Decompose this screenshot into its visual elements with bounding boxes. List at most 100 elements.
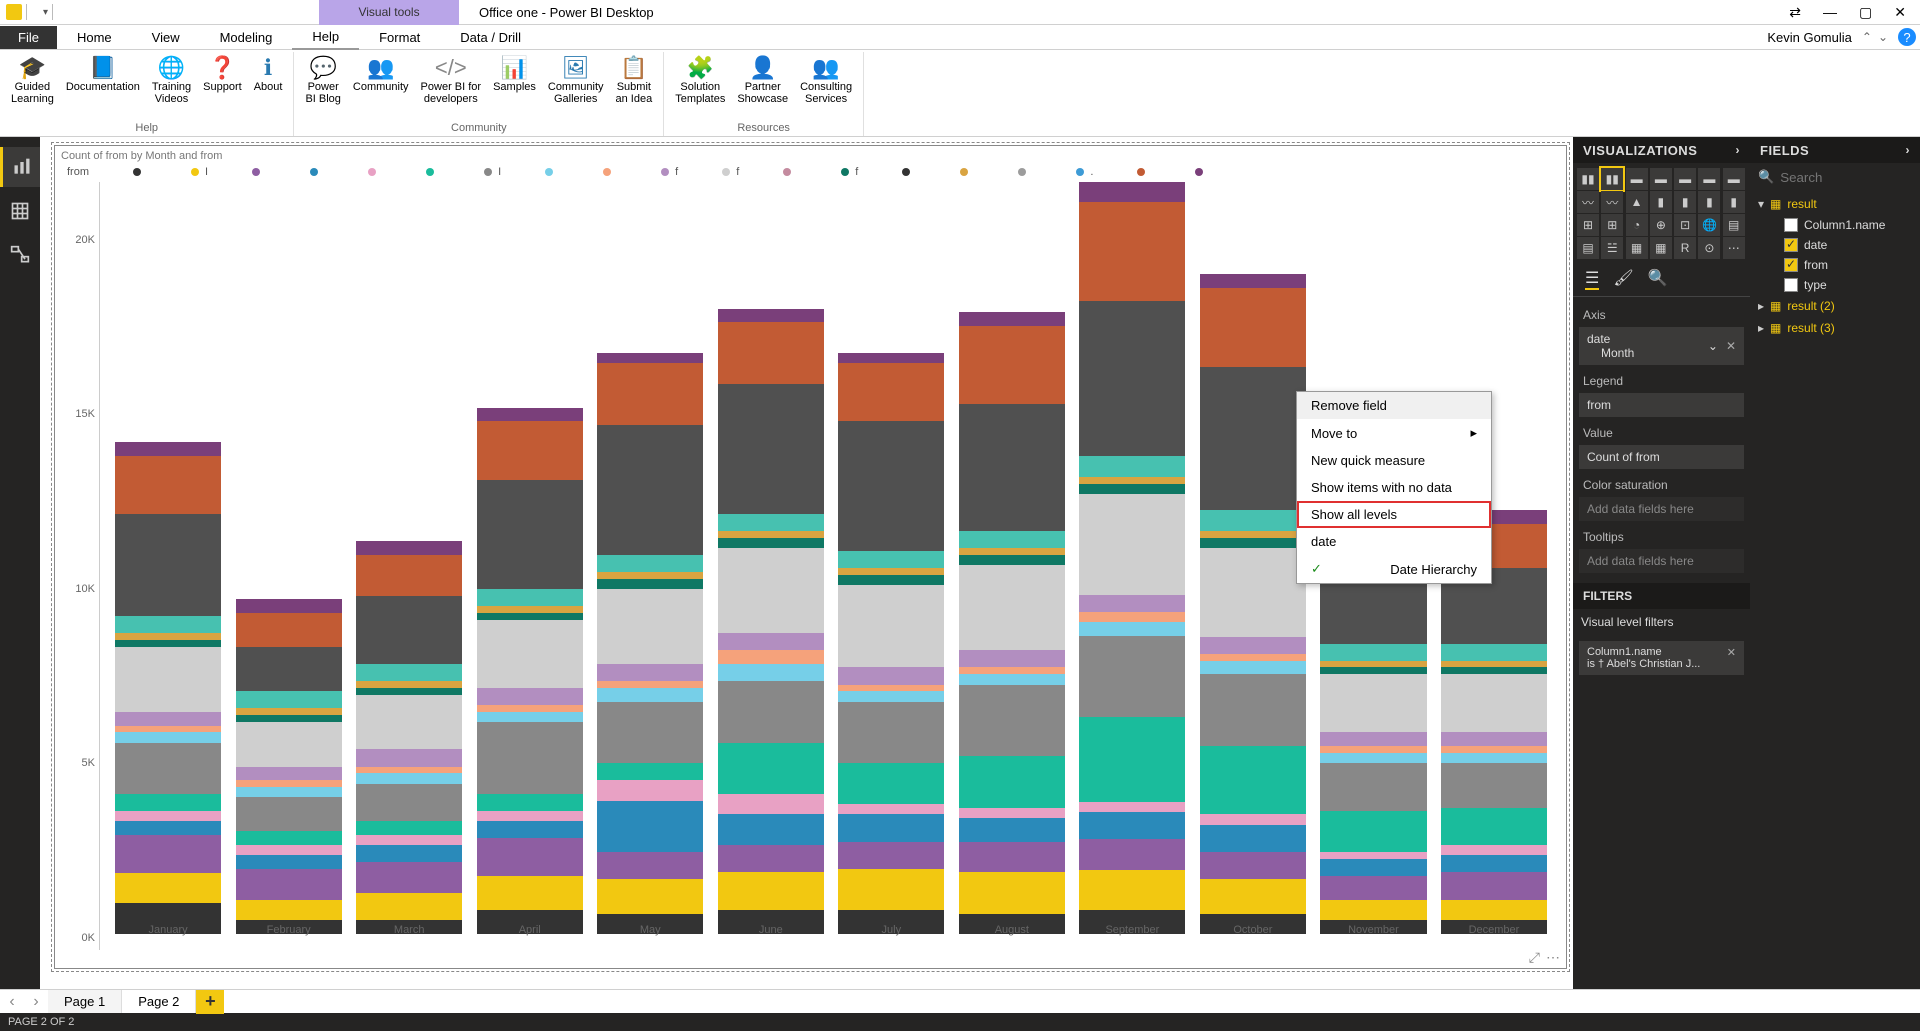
legend-item[interactable] (1018, 166, 1032, 178)
bar-segment[interactable] (477, 688, 583, 705)
page-tab[interactable]: Page 2 (122, 990, 196, 1013)
bar-segment[interactable] (115, 633, 221, 640)
fields-table[interactable]: ▸▦result (2) (1754, 295, 1916, 317)
chevron-down-icon[interactable]: ⌄ (1878, 30, 1888, 44)
bar-segment[interactable] (1079, 595, 1185, 612)
ribbon-item[interactable]: 💬Power BI Blog (300, 52, 345, 107)
bar-segment[interactable] (597, 363, 703, 425)
add-page-button[interactable]: + (196, 990, 224, 1014)
bar-segment[interactable] (236, 869, 342, 900)
bar-segment[interactable] (356, 555, 462, 596)
bar-segment[interactable] (115, 811, 221, 821)
qat-dropdown-icon[interactable]: ▾ (43, 7, 48, 18)
bar-segment[interactable] (115, 835, 221, 873)
bar-segment[interactable] (959, 685, 1065, 757)
bar-segment[interactable] (1200, 367, 1306, 511)
fields-field[interactable]: date (1754, 235, 1916, 255)
bar-segment[interactable] (597, 852, 703, 879)
bar-segment[interactable] (236, 767, 342, 781)
ribbon-item[interactable]: </>Power BI for developers (416, 52, 487, 107)
report-view-icon[interactable] (0, 147, 40, 187)
bar-segment[interactable] (1320, 644, 1426, 661)
bar-segment[interactable] (838, 702, 944, 764)
bar-segment[interactable] (356, 688, 462, 695)
bar-segment[interactable] (1200, 654, 1306, 661)
viz-type-icon[interactable]: ☱ (1601, 237, 1623, 259)
bar-segment[interactable] (838, 667, 944, 684)
bar-column[interactable]: June (718, 182, 824, 934)
bar-segment[interactable] (838, 842, 944, 869)
bar-segment[interactable] (1441, 746, 1547, 753)
bar-segment[interactable] (356, 773, 462, 783)
context-menu-item[interactable]: Show all levels (1297, 501, 1491, 528)
bar-segment[interactable] (1200, 852, 1306, 879)
viz-type-icon[interactable]: ▦ (1650, 237, 1672, 259)
bar-segment[interactable] (236, 900, 342, 921)
bar-segment[interactable] (1079, 812, 1185, 839)
bar-segment[interactable] (1441, 872, 1547, 899)
viz-type-icon[interactable]: ▤ (1577, 237, 1599, 259)
context-menu-item[interactable]: New quick measure (1297, 447, 1491, 474)
bar-column[interactable]: March (356, 182, 462, 934)
viz-type-icon[interactable]: ⊕ (1650, 214, 1672, 236)
viz-type-icon[interactable]: 〰 (1601, 191, 1623, 213)
bar-segment[interactable] (477, 811, 583, 821)
ribbon-item[interactable]: 🌐Training Videos (147, 52, 196, 107)
bar-segment[interactable] (115, 647, 221, 712)
bar-segment[interactable] (597, 702, 703, 764)
search-input[interactable] (1780, 170, 1912, 185)
bar-segment[interactable] (838, 804, 944, 814)
bar-segment[interactable] (838, 551, 944, 568)
bar-segment[interactable] (1079, 839, 1185, 869)
bar-segment[interactable] (477, 480, 583, 589)
bar-segment[interactable] (115, 442, 221, 456)
fields-field[interactable]: type (1754, 275, 1916, 295)
bar-segment[interactable] (1200, 674, 1306, 746)
bar-segment[interactable] (718, 681, 824, 743)
bar-segment[interactable] (236, 599, 342, 613)
bar-segment[interactable] (838, 575, 944, 585)
bar-segment[interactable] (597, 425, 703, 555)
viz-type-icon[interactable]: ⊞ (1577, 214, 1599, 236)
legend-item[interactable] (133, 166, 147, 178)
viz-type-icon[interactable]: ▮▮ (1577, 168, 1599, 190)
bar-segment[interactable] (356, 541, 462, 555)
bar-segment[interactable] (1320, 763, 1426, 811)
bar-segment[interactable] (1441, 674, 1547, 732)
bar-segment[interactable] (959, 667, 1065, 674)
viz-type-icon[interactable]: ▬ (1698, 168, 1720, 190)
viz-type-icon[interactable]: ▲ (1626, 191, 1648, 213)
viz-type-icon[interactable]: ▬ (1650, 168, 1672, 190)
bar-segment[interactable] (718, 538, 824, 548)
bar-segment[interactable] (597, 579, 703, 589)
bar-segment[interactable] (838, 763, 944, 804)
bar-segment[interactable] (838, 421, 944, 551)
bar-segment[interactable] (356, 821, 462, 835)
bar-segment[interactable] (1079, 622, 1185, 636)
bar-segment[interactable] (959, 555, 1065, 565)
bar-segment[interactable] (1079, 802, 1185, 812)
bar-segment[interactable] (236, 708, 342, 715)
viz-type-icon[interactable]: ▤ (1723, 214, 1745, 236)
context-menu-item[interactable]: date (1297, 528, 1491, 555)
bar-segment[interactable] (356, 784, 462, 822)
bar-segment[interactable] (477, 712, 583, 722)
ribbon-item[interactable]: ℹAbout (249, 52, 288, 107)
bar-segment[interactable] (959, 326, 1065, 405)
help-icon[interactable]: ? (1898, 28, 1916, 46)
maximize-icon[interactable]: ▢ (1859, 4, 1872, 21)
bar-segment[interactable] (1079, 301, 1185, 457)
bar-segment[interactable] (1441, 900, 1547, 921)
bar-segment[interactable] (1079, 494, 1185, 596)
fields-search[interactable]: 🔍 (1750, 163, 1920, 191)
legend-item[interactable] (545, 166, 559, 178)
viz-type-icon[interactable]: ▦ (1626, 237, 1648, 259)
bar-segment[interactable] (1320, 667, 1426, 674)
visualizations-header[interactable]: VISUALIZATIONS› (1573, 137, 1750, 163)
bar-segment[interactable] (838, 814, 944, 841)
bar-segment[interactable] (477, 606, 583, 613)
bar-segment[interactable] (115, 794, 221, 811)
ribbon-item[interactable]: 📘Documentation (61, 52, 145, 107)
bar-segment[interactable] (356, 596, 462, 664)
bar-segment[interactable] (1441, 855, 1547, 872)
